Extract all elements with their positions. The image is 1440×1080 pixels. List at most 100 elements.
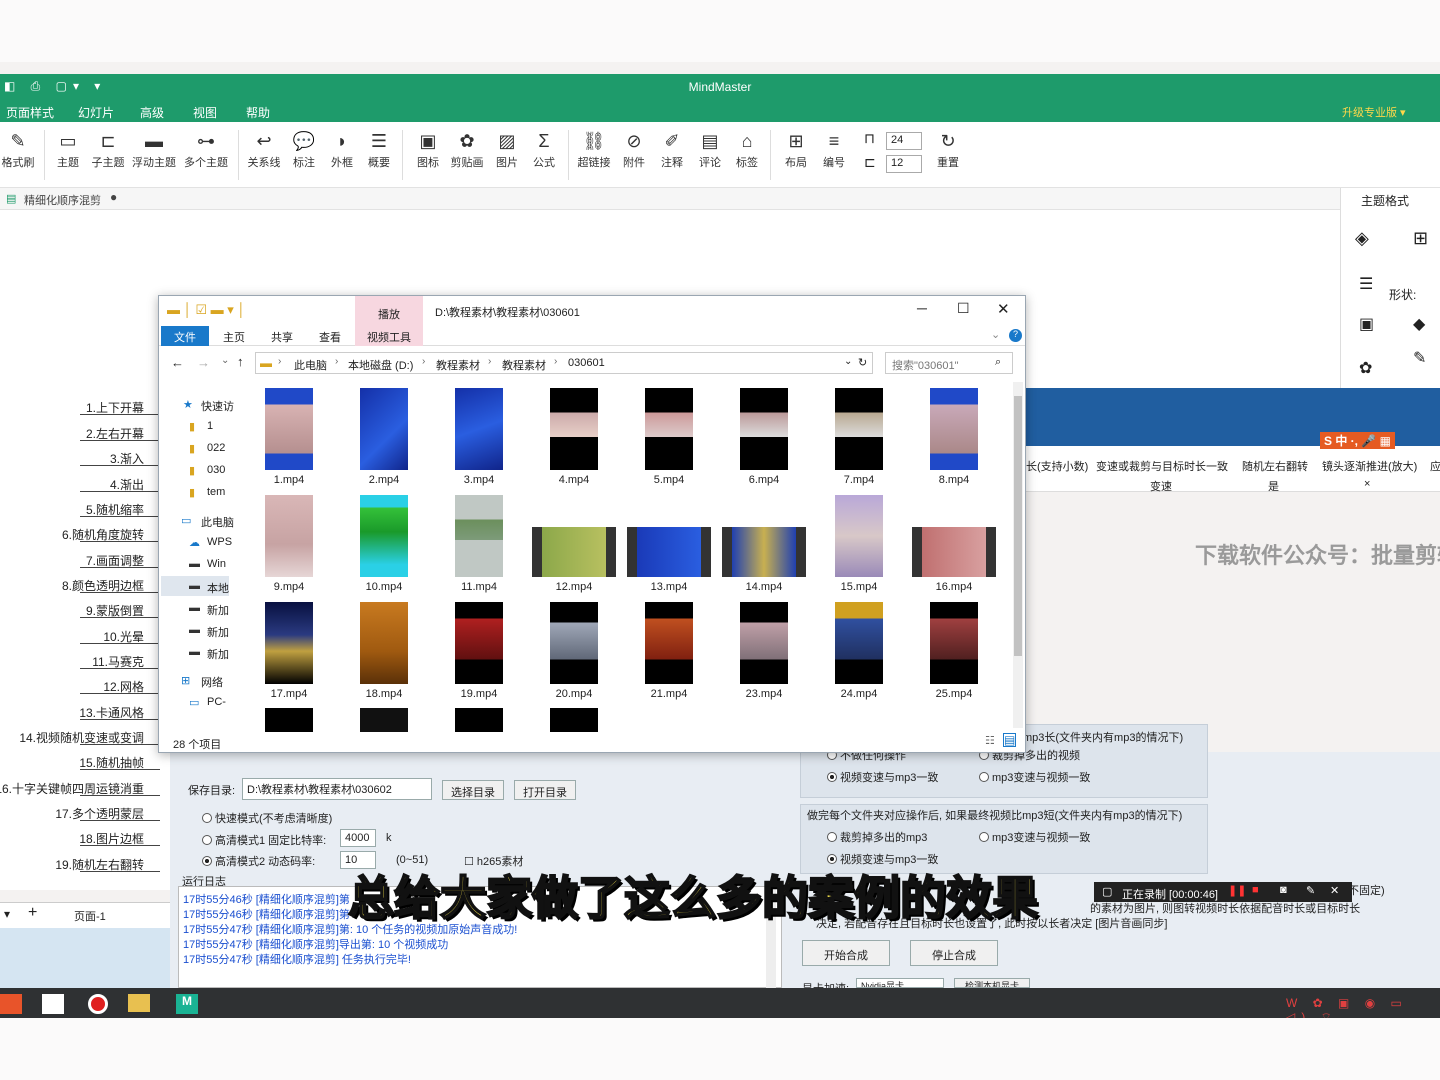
nav-item[interactable]: 新加 xyxy=(207,624,229,640)
up-icon[interactable]: ↑ xyxy=(237,354,244,369)
choose-dir-button[interactable]: 选择目录 xyxy=(442,780,504,800)
nav-item[interactable]: 新加 xyxy=(207,602,229,618)
pen-icon[interactable]: ✎ xyxy=(1306,884,1315,897)
hw-accel-select[interactable]: Nvidia显卡 xyxy=(856,978,944,988)
address-dropdown-icon[interactable]: ⌄ xyxy=(844,356,852,367)
summary-button[interactable]: ☰ 概要 xyxy=(355,128,403,170)
app-icon[interactable] xyxy=(42,994,64,1014)
formula-button[interactable]: Σ 公式 xyxy=(520,128,568,170)
video-thumbnail[interactable] xyxy=(550,708,598,732)
search-icon[interactable]: ⌕ xyxy=(995,356,1001,369)
file-name[interactable]: 14.mp4 xyxy=(716,581,812,593)
file-name[interactable]: 4.mp4 xyxy=(526,474,622,486)
tag-button[interactable]: ⌂ 标签 xyxy=(723,128,771,170)
file-name[interactable]: 9.mp4 xyxy=(241,581,337,593)
multiple-topics-button[interactable]: ⊶ 多个主题 xyxy=(182,128,230,170)
file-name[interactable]: 19.mp4 xyxy=(431,688,527,700)
search-input[interactable]: 搜索"030601" xyxy=(885,352,1013,374)
nav-item[interactable]: 此电脑 xyxy=(201,514,234,530)
video-thumbnail[interactable] xyxy=(835,495,883,577)
close-icon[interactable]: ✕ xyxy=(1330,884,1339,897)
details-view-icon[interactable]: ☷ xyxy=(985,734,995,747)
nav-item[interactable]: tem xyxy=(207,486,225,498)
file-name[interactable]: 8.mp4 xyxy=(906,474,1002,486)
video-thumbnail[interactable] xyxy=(740,388,788,470)
video-thumbnail[interactable] xyxy=(455,708,503,732)
fill-icon[interactable]: ◆ xyxy=(1413,314,1425,334)
address-bar[interactable]: ▬ 此电脑 本地磁盘 (D:) 教程素材 教程素材 030601 › › › ›… xyxy=(255,352,873,374)
stop-button[interactable]: 停止合成 xyxy=(910,940,998,966)
image-icon[interactable]: ▣ xyxy=(1359,314,1374,334)
help-icon[interactable]: ? xyxy=(1009,329,1022,342)
nav-item[interactable]: WPS xyxy=(207,536,232,548)
file-name[interactable]: 25.mp4 xyxy=(906,688,1002,700)
video-thumbnail[interactable] xyxy=(360,602,408,684)
mode-hd1-radio[interactable]: 高清模式1 固定比特率: xyxy=(202,832,326,848)
nav-item[interactable]: 1 xyxy=(207,420,213,432)
video-thumbnail[interactable] xyxy=(265,602,313,684)
mode-hd2-radio[interactable]: 高清模式2 动态码率: xyxy=(202,853,315,869)
file-name[interactable]: 5.mp4 xyxy=(621,474,717,486)
file-name[interactable]: 7.mp4 xyxy=(811,474,907,486)
video-thumbnail[interactable] xyxy=(360,495,408,577)
large-icons-view-icon[interactable]: ▤ xyxy=(1003,733,1017,747)
tab-share[interactable]: 共享 xyxy=(271,329,293,345)
file-name[interactable]: 1.mp4 xyxy=(241,474,337,486)
video-thumbnail[interactable] xyxy=(627,527,711,577)
video-thumbnail[interactable] xyxy=(265,495,313,577)
video-thumbnail[interactable] xyxy=(360,388,408,470)
start-button[interactable]: 开始合成 xyxy=(802,940,890,966)
file-name[interactable]: 16.mp4 xyxy=(906,581,1002,593)
nav-item[interactable]: 新加 xyxy=(207,646,229,662)
stop-icon[interactable]: ■ xyxy=(1252,884,1259,896)
mindmaster-icon[interactable]: M xyxy=(176,994,198,1014)
nav-item[interactable]: 022 xyxy=(207,442,225,454)
subtopic-button[interactable]: ⊏ 子主题 xyxy=(84,128,132,170)
g2-trim-radio[interactable]: 裁剪掉多出的mp3 xyxy=(827,829,927,845)
file-explorer-icon[interactable] xyxy=(128,994,150,1012)
format-icon[interactable]: ◈ xyxy=(1355,228,1369,249)
menu-help[interactable]: 帮助 xyxy=(246,104,270,121)
close-icon[interactable]: ✕ xyxy=(997,300,1010,318)
file-name[interactable]: 12.mp4 xyxy=(526,581,622,593)
record-app-icon[interactable] xyxy=(88,994,108,1014)
save-dir-input[interactable]: D:\教程素材\教程素材\030602 xyxy=(242,778,432,800)
nav-item[interactable]: 网络 xyxy=(201,674,223,690)
tab-video-tools[interactable]: 视频工具 xyxy=(355,326,423,346)
tab-view[interactable]: 查看 xyxy=(319,329,341,345)
video-thumbnail[interactable] xyxy=(532,527,616,577)
video-thumbnail[interactable] xyxy=(455,602,503,684)
file-name[interactable]: 3.mp4 xyxy=(431,474,527,486)
menu-page-style[interactable]: 页面样式 xyxy=(6,104,54,121)
file-name[interactable]: 24.mp4 xyxy=(811,688,907,700)
file-scrollbar[interactable] xyxy=(1013,382,1023,728)
mode-fast-radio[interactable]: 快速模式(不考虑清晰度) xyxy=(202,810,332,826)
expand-ribbon-icon[interactable]: ⌄ xyxy=(991,328,1000,341)
bitrate-input[interactable]: 4000 xyxy=(340,829,376,847)
grid-icon[interactable]: ⊞ xyxy=(1413,228,1428,249)
spacing-vertical-spinner[interactable]: 12 xyxy=(886,155,922,173)
video-thumbnail[interactable] xyxy=(645,602,693,684)
file-name[interactable]: 23.mp4 xyxy=(716,688,812,700)
video-thumbnail[interactable] xyxy=(265,388,313,470)
file-name[interactable]: 6.mp4 xyxy=(716,474,812,486)
numbering-button[interactable]: ≡ 编号 xyxy=(810,128,858,170)
recent-icon[interactable]: ⌄ xyxy=(221,355,229,366)
tab-home[interactable]: 主页 xyxy=(223,329,245,345)
crumb[interactable]: 此电脑 xyxy=(294,357,327,373)
crumb[interactable]: 030601 xyxy=(568,357,605,369)
maximize-icon[interactable]: ☐ xyxy=(957,300,970,317)
edit-icon[interactable]: ✎ xyxy=(1413,348,1426,368)
video-thumbnail[interactable] xyxy=(740,602,788,684)
video-thumbnail[interactable] xyxy=(835,602,883,684)
nav-item[interactable]: Win xyxy=(207,558,226,570)
video-thumbnail[interactable] xyxy=(722,527,806,577)
page-tab[interactable]: 页面-1 xyxy=(74,908,106,924)
page-menu-icon[interactable]: ▾ xyxy=(4,907,10,921)
forward-icon[interactable]: → xyxy=(197,355,210,370)
spacing-horizontal-spinner[interactable]: 24 xyxy=(886,132,922,150)
g2-mp3-speed-radio[interactable]: mp3变速与视频一致 xyxy=(979,829,1090,845)
menu-advanced[interactable]: 高级 xyxy=(140,104,164,121)
minimize-icon[interactable]: ─ xyxy=(917,300,927,316)
video-thumbnail[interactable] xyxy=(550,388,598,470)
